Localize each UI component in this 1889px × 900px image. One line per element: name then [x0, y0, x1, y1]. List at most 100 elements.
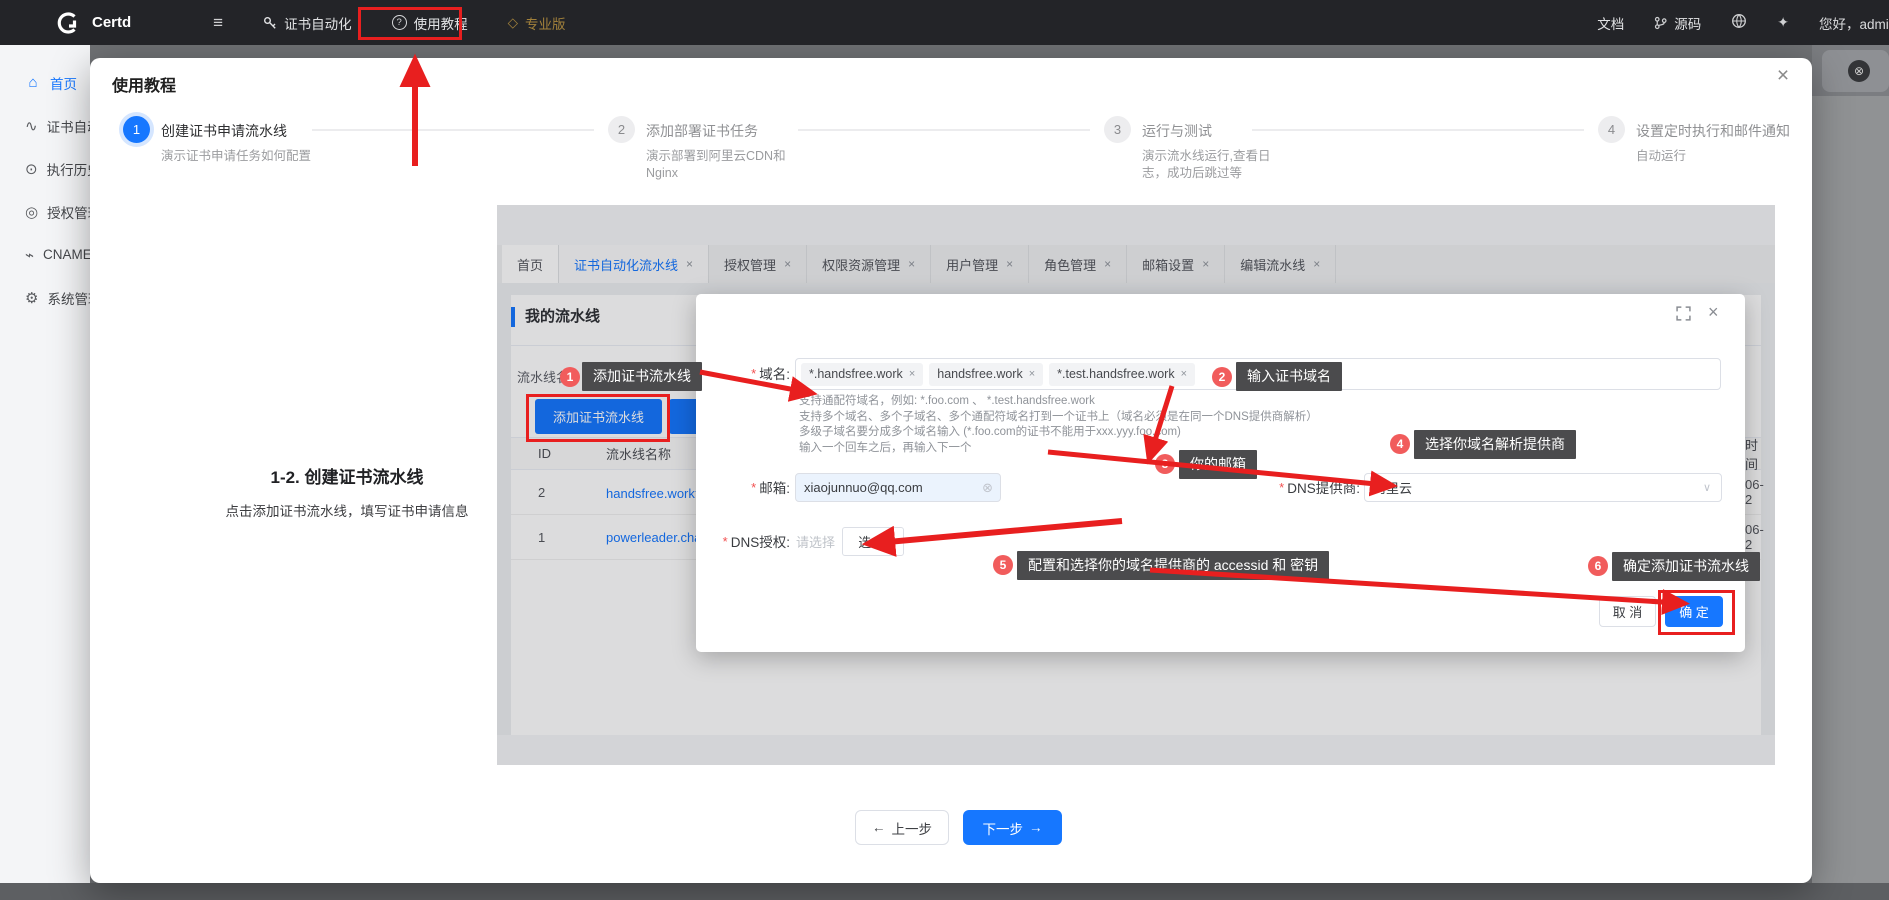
email-value: xiaojunnuo@qq.com: [804, 480, 923, 495]
cancel-button[interactable]: 取 消: [1599, 596, 1656, 627]
nav-pro-edition[interactable]: ◇ 专业版: [508, 13, 566, 33]
required-mark: *: [751, 366, 756, 381]
sidebar-item-auth[interactable]: ◎ 授权管理: [0, 190, 90, 233]
note-body: 点击添加证书流水线，填写证书申请信息: [213, 500, 481, 520]
label-text: DNS提供商:: [1287, 477, 1360, 497]
dialog-close-icon[interactable]: ×: [1708, 302, 1719, 323]
step-2-number: 2: [608, 116, 635, 143]
modal-close-icon[interactable]: ×: [1770, 63, 1796, 89]
callout-badge-4: 4: [1390, 434, 1410, 454]
nav-label: 源码: [1674, 13, 1701, 33]
gear-icon: ⚙: [25, 289, 38, 307]
sidebar-item-system[interactable]: ⚙ 系统管理: [0, 276, 90, 319]
callout-badge-1: 1: [560, 367, 580, 387]
nav-label: 专业版: [525, 13, 566, 33]
step-4-title: 设置定时执行和邮件通知: [1636, 116, 1790, 141]
step-3[interactable]: 3 运行与测试 演示流水线运行,查看日志，成功后跳过等: [1104, 116, 1292, 182]
tutorial-note: 1-2. 创建证书流水线 点击添加证书流水线，填写证书申请信息: [213, 463, 481, 520]
sidebar-item-history[interactable]: ⊙ 执行历史: [0, 147, 90, 190]
git-branch-icon: [1654, 16, 1667, 30]
required-mark: *: [723, 534, 728, 549]
dns-auth-label: * DNS授权:: [696, 526, 790, 556]
nav-docs[interactable]: 文档: [1597, 13, 1624, 33]
embedded-screenshot: 首页 证书自动化流水线 × 授权管理 × 权限资源管理 × 用户管理 × 角色管…: [497, 205, 1775, 765]
tab-close-all-icon[interactable]: ⊗: [1848, 60, 1870, 82]
callout-tip-4: 选择你域名解析提供商: [1414, 430, 1576, 459]
required-mark: *: [1279, 480, 1284, 495]
choose-auth-button[interactable]: 选 择: [842, 527, 904, 556]
prev-step-button[interactable]: ← 上一步: [855, 810, 949, 845]
clear-input-icon[interactable]: ⊗: [982, 480, 993, 496]
user-greeting[interactable]: 您好，admin: [1819, 13, 1889, 33]
nav-source[interactable]: 源码: [1654, 13, 1701, 33]
step-1[interactable]: 1 创建证书申请流水线 演示证书申请任务如何配置: [123, 116, 316, 165]
clock-icon: ⊙: [25, 160, 38, 178]
tag-remove-icon[interactable]: ×: [1181, 368, 1187, 380]
next-step-button[interactable]: 下一步 →: [963, 810, 1062, 845]
arrow-left-icon: ←: [872, 820, 886, 835]
label-text: 邮箱:: [759, 477, 790, 497]
note-title: 1-2. 创建证书流水线: [213, 463, 481, 488]
callout-badge-5: 5: [993, 555, 1013, 575]
sidebar: ⌂ 首页 ∿ 证书自动化 ⊙ 执行历史 ◎ 授权管理 ⌁ CNAME ⚙ 系统管…: [0, 45, 90, 883]
link-icon: ⌁: [25, 246, 34, 264]
step-2-title: 添加部署证书任务: [646, 116, 808, 141]
callout-tip-5: 配置和选择你的域名提供商的 accessid 和 密钥: [1017, 551, 1329, 580]
key-icon: [263, 16, 277, 30]
step-3-desc: 演示流水线运行,查看日志，成功后跳过等: [1142, 148, 1292, 182]
step-connector: [312, 129, 594, 131]
page-mask-bottom: [0, 883, 1889, 900]
chevron-down-icon: ∨: [1703, 481, 1711, 494]
question-circle-icon: ?: [392, 15, 407, 30]
step-connector: [1252, 129, 1584, 131]
app-root: ⌂ 首页 ∿ 证书自动化 ⊙ 执行历史 ◎ 授权管理 ⌁ CNAME ⚙ 系统管…: [0, 0, 1889, 900]
next-label: 下一步: [983, 818, 1024, 838]
step-2[interactable]: 2 添加部署证书任务 演示部署到阿里云CDN和Nginx: [608, 116, 808, 182]
sidebar-item-label: 证书自动化: [47, 116, 90, 136]
tag-remove-icon[interactable]: ×: [909, 368, 915, 380]
email-label: * 邮箱:: [696, 472, 790, 502]
callout-tip-3: 你的邮箱: [1179, 450, 1257, 479]
prev-label: 上一步: [892, 818, 933, 838]
help-line: 多级子域名要分成多个域名输入 (*.foo.com的证书不能用于xxx.yyy.…: [799, 425, 1318, 441]
nav-label: 使用教程: [414, 13, 468, 33]
step-4-number: 4: [1598, 116, 1625, 143]
dns-auth-placeholder: 请选择: [796, 526, 835, 556]
tag-remove-icon[interactable]: ×: [1029, 368, 1035, 380]
chart-line-icon: ∿: [25, 117, 38, 135]
sidebar-item-home[interactable]: ⌂ 首页: [0, 61, 90, 104]
callout-badge-3: 3: [1155, 454, 1175, 474]
step-4-desc: 自动运行: [1636, 148, 1790, 165]
sidebar-item-cert[interactable]: ∿ 证书自动化: [0, 104, 90, 147]
domain-tag: *.test.handsfree.work ×: [1049, 363, 1195, 386]
email-field[interactable]: xiaojunnuo@qq.com ⊗: [795, 473, 1001, 502]
callout-tip-2: 输入证书域名: [1236, 362, 1342, 391]
dns-provider-value: 阿里云: [1373, 478, 1412, 497]
collapse-menu-icon[interactable]: ≡: [213, 13, 223, 33]
step-4[interactable]: 4 设置定时执行和邮件通知 自动运行: [1598, 116, 1790, 165]
confirm-button[interactable]: 确 定: [1665, 596, 1723, 627]
nav-cert-auto[interactable]: 证书自动化: [263, 13, 352, 33]
globe-icon[interactable]: [1731, 13, 1747, 32]
nav-tutorial[interactable]: ? 使用教程: [392, 13, 468, 33]
tag-text: handsfree.work: [937, 367, 1022, 381]
fullscreen-icon[interactable]: [1676, 306, 1691, 326]
help-line: 支持多个域名、多个子域名、多个通配符域名打到一个证书上（域名必须是在同一个DNS…: [799, 410, 1318, 426]
sidebar-item-cname[interactable]: ⌁ CNAME: [0, 233, 90, 276]
nav-label: 证书自动化: [284, 13, 352, 33]
step-2-desc: 演示部署到阿里云CDN和Nginx: [646, 148, 808, 182]
callout-tip-6: 确定添加证书流水线: [1612, 552, 1760, 581]
label-text: 域名:: [759, 363, 790, 383]
topbar: Certd ≡ 证书自动化 ? 使用教程 ◇ 专业版 文档 源码 ✦ 您好，ad…: [0, 0, 1889, 45]
certd-logo-icon: [56, 10, 82, 36]
dns-provider-select[interactable]: 阿里云 ∨: [1364, 473, 1722, 502]
sparkles-icon[interactable]: ✦: [1777, 14, 1789, 31]
domain-tag: *.handsfree.work ×: [801, 363, 923, 386]
target-icon: ◎: [25, 203, 38, 221]
background-dimmed-area: [1812, 96, 1889, 900]
arrow-right-icon: →: [1029, 820, 1043, 835]
domain-help-text: 支持通配符域名，例如: *.foo.com 、 *.test.handsfree…: [799, 394, 1318, 456]
sidebar-item-label: CNAME: [43, 247, 90, 262]
sidebar-item-label: 系统管理: [47, 288, 90, 308]
help-line: 支持通配符域名，例如: *.foo.com 、 *.test.handsfree…: [799, 394, 1318, 410]
